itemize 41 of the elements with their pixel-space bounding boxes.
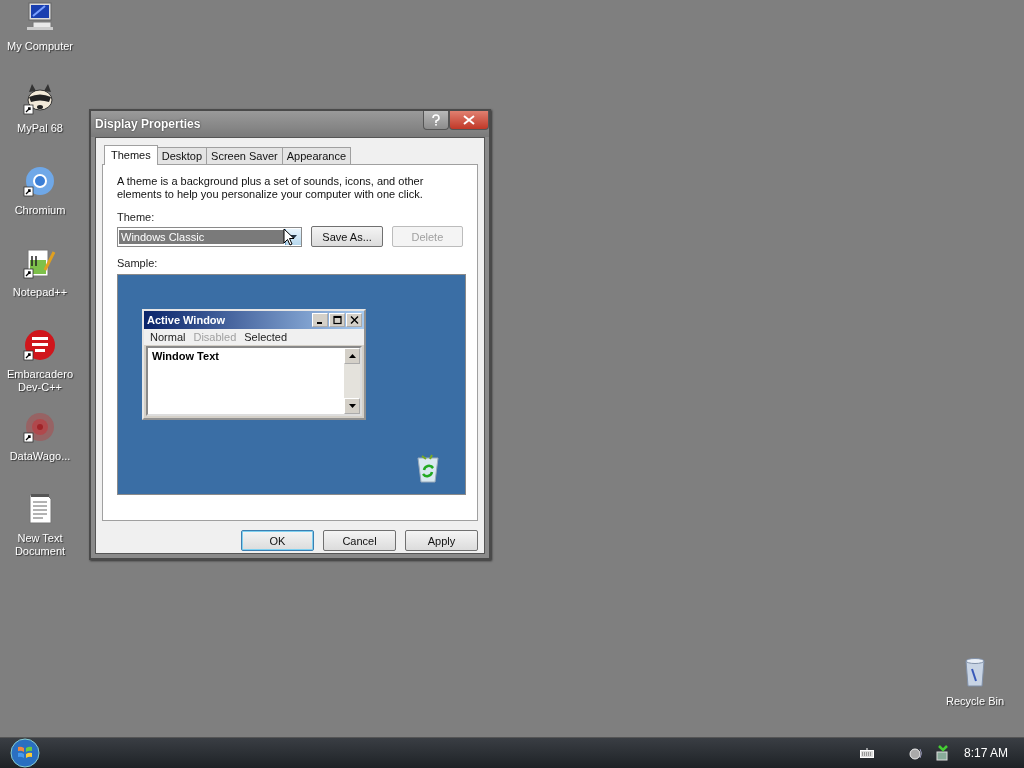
minimize-icon xyxy=(312,313,328,327)
tab[interactable]: Appearance xyxy=(281,147,352,164)
apply-button[interactable]: Apply xyxy=(405,530,478,551)
help-icon xyxy=(431,114,441,126)
burst-icon[interactable] xyxy=(23,410,57,444)
mouse-cursor-icon xyxy=(283,227,295,246)
close-icon xyxy=(346,313,362,327)
ok-button[interactable]: OK xyxy=(241,530,314,551)
window-text: Window Text xyxy=(151,349,220,364)
menu-item: Disabled xyxy=(193,331,237,343)
keyboard-icon[interactable] xyxy=(859,748,874,758)
tab[interactable]: Desktop xyxy=(156,147,208,164)
window-title: Display Properties xyxy=(95,117,201,131)
cancel-button[interactable]: Cancel xyxy=(323,530,396,551)
devcpp-icon[interactable] xyxy=(23,328,57,362)
icon-label[interactable]: Chromium xyxy=(1,204,79,217)
clock-text[interactable]: 8:17 AM xyxy=(963,746,1008,760)
field-label: Sample: xyxy=(117,257,159,269)
theme-dropdown[interactable]: Windows Classic xyxy=(117,226,303,247)
icon-label[interactable]: DataWago... xyxy=(1,450,79,463)
save-as-button[interactable]: Save As... xyxy=(311,226,383,247)
help-button[interactable] xyxy=(423,111,449,130)
icon-label[interactable]: Notepad++ xyxy=(1,286,79,299)
icon-label[interactable]: My Computer xyxy=(1,40,79,53)
maximize-icon xyxy=(329,313,345,327)
icon-label[interactable]: MyPal 68 xyxy=(1,122,79,135)
icon-label[interactable]: Embarcadero Dev-C++ xyxy=(1,368,79,394)
close-icon xyxy=(463,115,475,125)
chromium-icon[interactable] xyxy=(23,164,57,198)
speaker-icon[interactable] xyxy=(907,745,924,761)
close-button[interactable] xyxy=(449,111,489,130)
start-button[interactable] xyxy=(10,738,40,768)
recycle-bin-icon xyxy=(414,453,442,483)
sample-window-title: Active Window xyxy=(147,314,226,326)
tab[interactable]: Screen Saver xyxy=(206,147,283,164)
network-icon[interactable] xyxy=(933,745,950,761)
field-label: Theme: xyxy=(117,211,156,223)
icon-label[interactable]: New Text Document xyxy=(1,532,79,558)
icon-label[interactable]: Recycle Bin xyxy=(936,695,1014,708)
tab[interactable]: Themes xyxy=(104,145,158,165)
description-text: A theme is a background plus a set of sounds, icons, and other elements to help you personalize your computer with one click. xyxy=(117,175,425,201)
